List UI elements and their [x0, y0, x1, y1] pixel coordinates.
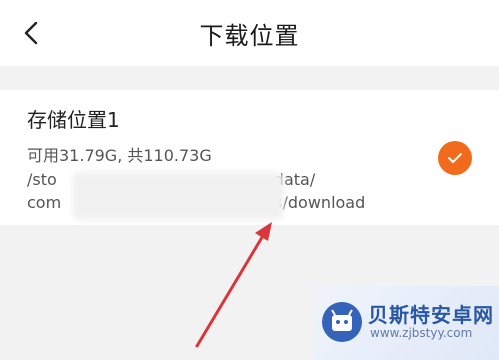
path-line2-start: com [27, 193, 62, 212]
storage-capacity-text: 可用31.79G, 共110.73G [27, 146, 212, 165]
app-header: 下载位置 [0, 0, 499, 66]
page-title: 下载位置 [199, 22, 300, 50]
path-line1-start: /sto [27, 170, 57, 189]
section-divider [0, 66, 499, 90]
path-line2-end: s/download [274, 193, 366, 212]
redacted-path-mask [72, 172, 284, 220]
storage-option-title: 存储位置1 [27, 108, 120, 132]
watermark-name: 贝斯特安卓网 [368, 303, 494, 327]
watermark: 贝斯特安卓网 www.zjbstyy.com [314, 286, 499, 360]
watermark-logo-icon [322, 302, 362, 342]
watermark-url: www.zjbstyy.com [370, 326, 473, 340]
selected-check-button[interactable] [438, 141, 472, 175]
check-icon [448, 153, 462, 163]
